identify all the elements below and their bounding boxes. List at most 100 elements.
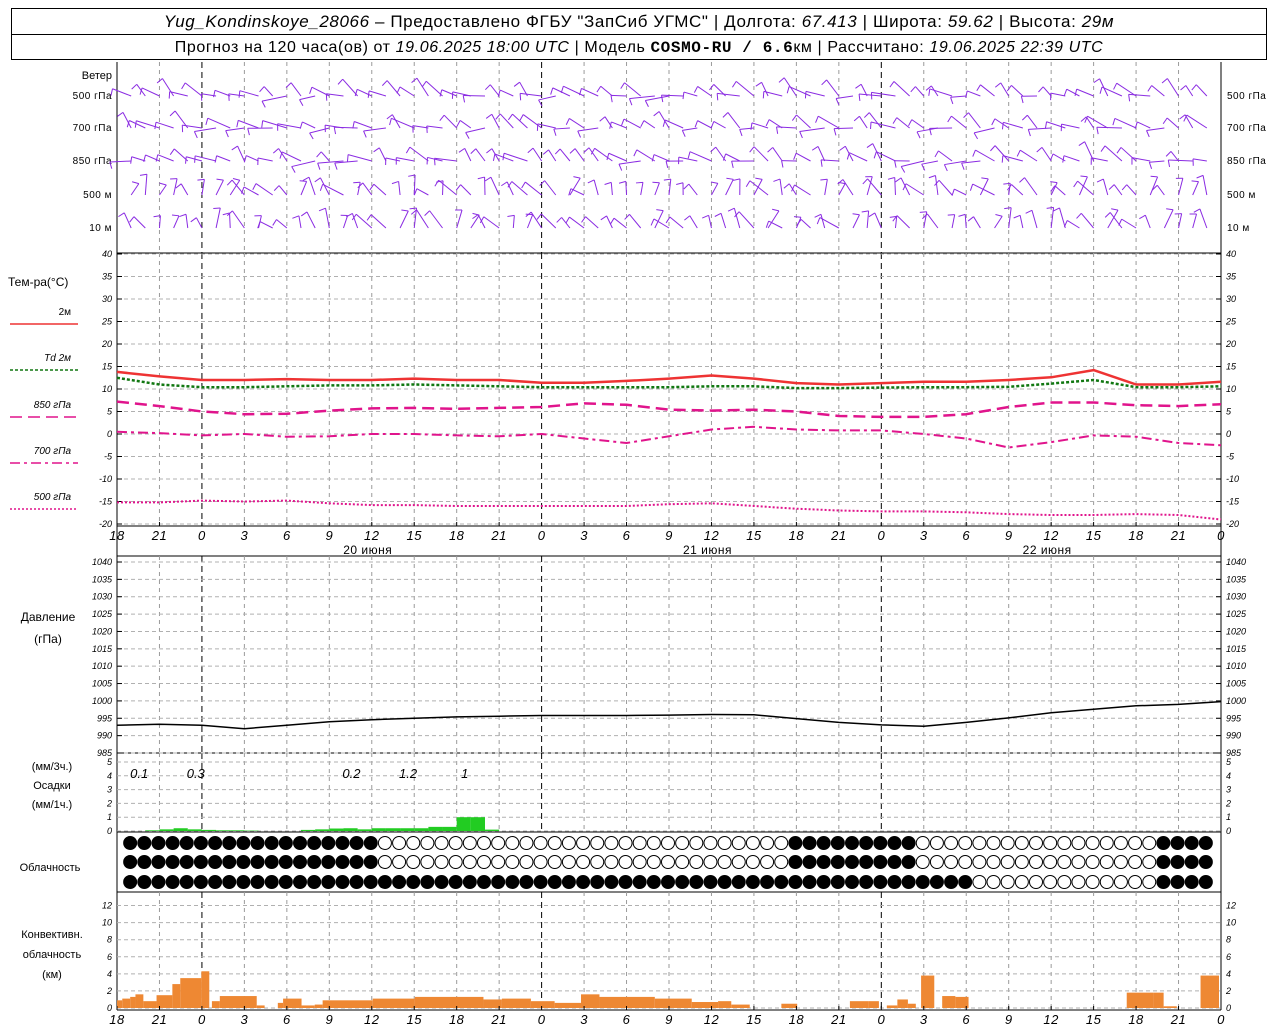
- wind-barb: [239, 90, 259, 97]
- wind-barb-flag: [662, 119, 666, 127]
- cloud-symbol: [1184, 855, 1199, 869]
- cloud-symbol: [250, 855, 265, 869]
- cloud-symbol: [604, 875, 619, 889]
- cloud-symbol: [830, 875, 845, 889]
- hour-label: 6: [623, 528, 631, 543]
- cloud-symbol: [618, 855, 633, 869]
- wind-barb-flag: [820, 178, 828, 181]
- wind-barb-flag: [1038, 86, 1044, 93]
- wind-barb-flag: [1104, 212, 1111, 218]
- cloud-symbol: [689, 855, 704, 869]
- wind-barb-flag: [314, 177, 321, 183]
- cloud-symbol: [1014, 875, 1029, 889]
- conv-bar: [554, 1002, 581, 1008]
- wind-barb: [298, 215, 302, 229]
- wind-barb: [363, 127, 386, 132]
- wind-barb-flag: [796, 219, 802, 226]
- cloud-symbol: [816, 836, 831, 850]
- wind-barb: [1120, 147, 1137, 162]
- cloud-symbol: [307, 836, 322, 850]
- cloud-symbol: [929, 855, 944, 869]
- wind-barb: [994, 215, 1003, 229]
- cloud-symbol: [703, 875, 718, 889]
- cloud-symbol: [1043, 855, 1058, 869]
- wind-barb: [302, 121, 316, 129]
- wind-barb-flag: [928, 175, 936, 179]
- precip-bar: [343, 828, 358, 831]
- precip-label: 0.1: [130, 766, 148, 781]
- cloud-symbol: [646, 855, 661, 869]
- wind-barb: [373, 183, 387, 196]
- conv-tick-label-left: 2: [106, 986, 112, 996]
- wind-barb-flag: [118, 212, 125, 218]
- wind-barb: [1050, 182, 1058, 196]
- cloud-symbol: [830, 855, 845, 869]
- wind-barb-flag: [910, 86, 916, 93]
- cloud-symbol: [760, 875, 775, 889]
- wind-barb-flag: [565, 216, 570, 224]
- wind-barb-flag: [302, 176, 310, 181]
- wind-barb: [489, 84, 500, 97]
- precip-bar: [145, 830, 160, 831]
- wind-barb-flag: [1148, 162, 1153, 169]
- precip-tick-label-right: 1: [1226, 812, 1231, 822]
- wind-barb-flag: [273, 185, 280, 191]
- cloud-symbol: [547, 836, 562, 850]
- wind-barb-flag: [726, 177, 734, 180]
- wind-barb-flag: [484, 176, 492, 182]
- cloud-symbol: [137, 875, 152, 889]
- wind-barb: [761, 82, 769, 97]
- cloud-symbol: [448, 855, 463, 869]
- cloud-symbol: [689, 836, 704, 850]
- wind-barb-flag: [846, 152, 850, 160]
- wind-barb-flag: [486, 148, 493, 154]
- wind-barb-flag: [409, 207, 417, 210]
- wind-level-label-left: 500 м: [83, 190, 112, 201]
- cloud-symbol: [632, 836, 647, 850]
- wind-barb: [1146, 127, 1165, 132]
- wind-barb: [819, 217, 840, 229]
- wind-barb: [870, 121, 896, 129]
- cloud-symbol: [788, 855, 803, 869]
- precip-tick-label-right: 4: [1226, 771, 1231, 781]
- pressure-tick-label-right: 1040: [1226, 557, 1246, 567]
- conv-unit: (км): [42, 969, 62, 981]
- hour-label: 6: [283, 528, 291, 543]
- wind-barb: [1104, 145, 1123, 162]
- cloud-symbol: [915, 855, 930, 869]
- wind-barb: [1137, 121, 1151, 129]
- wind-barb-flag: [154, 122, 157, 130]
- wind-barb: [246, 155, 259, 162]
- wind-barb: [1192, 213, 1198, 229]
- hour-label: 9: [325, 528, 333, 543]
- wind-barb-flag: [868, 212, 876, 218]
- cloud-symbol: [915, 836, 930, 850]
- conv-bar: [122, 998, 131, 1008]
- temp-tick-label-left: 30: [102, 294, 112, 304]
- wind-barb: [229, 212, 231, 229]
- wind-title: Ветер: [82, 70, 112, 82]
- wind-barb-flag: [1013, 214, 1021, 219]
- wind-barb: [1003, 121, 1023, 129]
- cloud-symbol: [958, 836, 973, 850]
- wind-barb-flag: [507, 214, 515, 217]
- conv-bar: [135, 994, 144, 1008]
- cloud-symbol: [901, 875, 916, 889]
- wind-barb-flag: [1036, 146, 1043, 153]
- cloud-symbol: [448, 836, 463, 850]
- wind-barb: [370, 214, 387, 229]
- cloud-symbol: [392, 836, 407, 850]
- cloud-title: Облачность: [20, 862, 81, 874]
- wind-barb: [772, 147, 783, 162]
- cloud-symbol: [1057, 836, 1072, 850]
- wind-barb-flag: [653, 111, 660, 117]
- conv-bar: [921, 975, 935, 1008]
- wind-barb-flag: [621, 118, 625, 126]
- hour-label: 21: [490, 528, 506, 543]
- cloud-symbol: [491, 875, 506, 889]
- wind-barb-flag: [1116, 147, 1122, 154]
- conv-bar: [654, 998, 692, 1008]
- wind-barb-flag: [928, 88, 931, 96]
- conv-bar: [322, 1000, 373, 1008]
- wind-barb: [1046, 121, 1066, 129]
